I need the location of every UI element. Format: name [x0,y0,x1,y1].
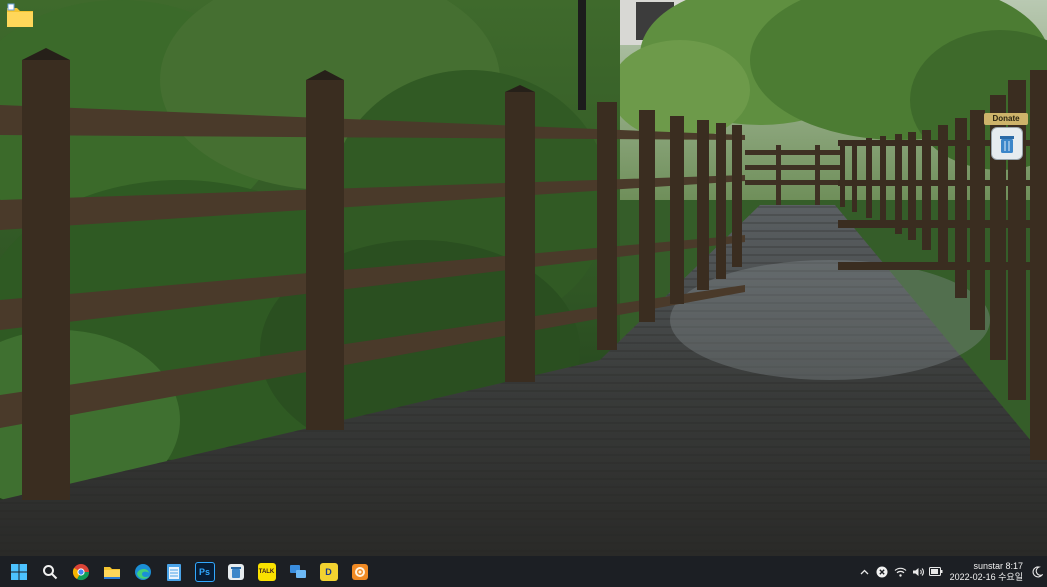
clock[interactable]: sunstar 8:17 2022-02-16 수요일 [945,561,1027,583]
taskbar-apps: Ps TALK D [0,556,375,587]
chevron-up-icon[interactable] [855,556,873,587]
close-circle-icon[interactable] [873,556,891,587]
network-app[interactable] [282,556,313,587]
clock-date: 2022-02-16 수요일 [949,571,1023,582]
recycle-app[interactable] [220,556,251,587]
donate-label[interactable]: Donate [984,113,1028,125]
d-icon: D [319,562,338,581]
windows-logo-icon [10,563,27,580]
photoshop-icon: Ps [194,561,215,582]
start-button[interactable] [3,556,34,587]
system-tray: sunstar 8:17 2022-02-16 수요일 [855,556,1047,587]
edge-icon [134,563,151,580]
file-explorer-app[interactable] [96,556,127,587]
photoshop-app[interactable]: Ps [189,556,220,587]
recycle-bin-icon[interactable] [991,127,1023,160]
search-button[interactable] [34,556,65,587]
network-icon [289,564,306,578]
wifi-icon[interactable] [891,556,909,587]
search-icon [42,564,57,579]
gear-icon [351,563,368,580]
desktop-wallpaper [0,0,1047,556]
battery-icon[interactable] [927,556,945,587]
notepad-app[interactable] [158,556,189,587]
daum-app[interactable]: D [313,556,344,587]
chrome-app[interactable] [65,556,96,587]
taskbar: Ps TALK D sunstar 8:17 2022-02-16 수요일 [0,556,1047,587]
edge-app[interactable] [127,556,158,587]
chrome-icon [72,563,89,580]
moon-icon [1032,565,1043,577]
notification-button[interactable] [1027,556,1047,587]
recycle-bin-widget[interactable]: Donate [984,113,1028,160]
folder-icon[interactable] [4,2,36,30]
volume-icon[interactable] [909,556,927,587]
recycle-icon [227,563,244,580]
kakaotalk-icon: TALK [257,562,276,581]
folder-icon [103,566,120,579]
clock-time: sunstar 8:17 [973,560,1023,571]
kakaotalk-app[interactable]: TALK [251,556,282,587]
notepad-icon [166,563,181,581]
orange-app[interactable] [344,556,375,587]
